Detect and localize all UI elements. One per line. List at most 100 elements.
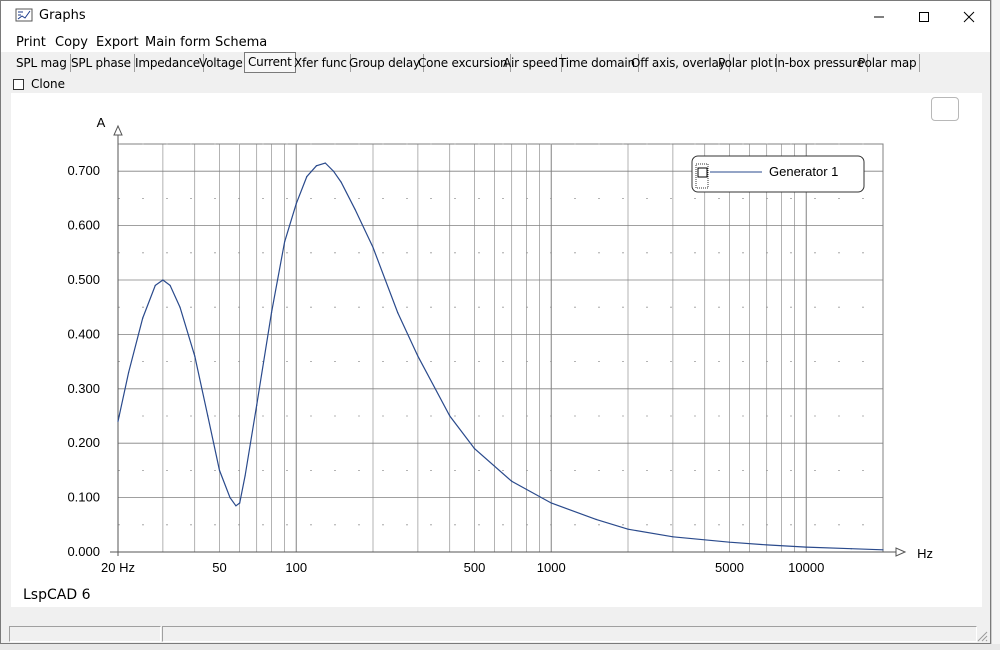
x-tick-label: 50 bbox=[212, 560, 226, 575]
data-point bbox=[805, 546, 807, 548]
status-panel-right bbox=[162, 626, 977, 642]
tab-voltage[interactable]: Voltage bbox=[196, 54, 247, 72]
x-tick-label: 100 bbox=[285, 560, 307, 575]
data-point bbox=[229, 497, 231, 499]
legend-entry-generator-1: Generator 1 bbox=[769, 164, 838, 179]
menu-bar: Print Copy Export Main form Schema bbox=[1, 32, 990, 52]
data-point bbox=[850, 548, 852, 550]
y-tick-label: 0.100 bbox=[67, 490, 100, 505]
data-point bbox=[117, 420, 119, 423]
data-point bbox=[154, 284, 156, 287]
menu-print[interactable]: Print bbox=[16, 35, 46, 50]
background-window-edge bbox=[991, 0, 1000, 650]
data-point bbox=[372, 246, 374, 248]
data-point bbox=[324, 162, 326, 164]
x-axis-label: Hz bbox=[917, 546, 933, 561]
data-point bbox=[127, 371, 130, 374]
data-point bbox=[473, 448, 476, 450]
data-point bbox=[218, 469, 221, 471]
data-point bbox=[315, 165, 318, 167]
data-point bbox=[194, 355, 196, 357]
current-chart[interactable]: 0.000 0.100 0.200 0.300 0.400 0.500 0.600 0.700… bbox=[11, 93, 982, 607]
tab-impedance[interactable]: Impedance bbox=[132, 54, 204, 72]
menu-schema[interactable]: Schema bbox=[215, 35, 267, 50]
maximize-icon bbox=[919, 11, 929, 22]
title-bar[interactable]: Graphs bbox=[1, 1, 990, 32]
series-line-generator-1 bbox=[117, 162, 884, 551]
minimize-icon bbox=[874, 16, 884, 17]
data-point bbox=[417, 355, 419, 357]
x-axis-arrow-icon bbox=[895, 547, 907, 557]
status-panel-left bbox=[9, 626, 161, 642]
data-point bbox=[766, 544, 768, 546]
window-title: Graphs bbox=[39, 8, 86, 23]
graph-panel: 0.000 0.100 0.200 0.300 0.400 0.500 0.600 0.700… bbox=[11, 93, 982, 607]
data-point bbox=[283, 241, 286, 243]
data-point bbox=[142, 317, 144, 319]
menu-copy[interactable]: Copy bbox=[55, 35, 88, 50]
y-tick-label: 0.300 bbox=[67, 381, 100, 396]
tab-in-box-pressure[interactable]: In-box pressure bbox=[771, 54, 868, 72]
tab-current[interactable]: Current bbox=[244, 52, 296, 73]
close-icon bbox=[963, 11, 975, 22]
x-tick-label: 5000 bbox=[715, 560, 744, 575]
data-point bbox=[672, 536, 674, 538]
graphs-window: Graphs Print Copy Export Main form Schem… bbox=[0, 0, 991, 644]
data-point bbox=[235, 505, 237, 507]
data-point bbox=[295, 203, 297, 205]
tab-cone-excursion[interactable]: Cone excursion bbox=[415, 54, 512, 72]
data-point bbox=[270, 312, 273, 314]
y-tick-label: 0.200 bbox=[67, 435, 100, 450]
brand-label: LspCAD 6 bbox=[23, 587, 91, 603]
resize-grip-icon[interactable] bbox=[976, 630, 988, 642]
data-point bbox=[354, 208, 356, 210]
close-button[interactable] bbox=[946, 1, 992, 32]
tab-time-domain[interactable]: Time domain bbox=[556, 54, 639, 72]
minimize-button[interactable] bbox=[856, 1, 902, 32]
menu-main-form[interactable]: Main form bbox=[145, 35, 210, 50]
data-point bbox=[550, 502, 552, 504]
data-point bbox=[239, 502, 241, 504]
tab-bar: SPL mag SPL phase Impedance Voltage Curr… bbox=[1, 52, 990, 74]
y-axis-arrow-icon bbox=[113, 124, 123, 136]
x-tick-label: 10000 bbox=[788, 560, 824, 575]
clone-checkbox[interactable] bbox=[13, 79, 24, 90]
tab-group-delay[interactable]: Group delay bbox=[346, 54, 424, 72]
background-window-strip bbox=[0, 644, 1000, 650]
legend-checkbox-icon bbox=[697, 167, 708, 178]
x-tick-label: 500 bbox=[464, 560, 486, 575]
maximize-button[interactable] bbox=[901, 1, 947, 32]
data-point bbox=[882, 549, 884, 551]
y-tick-label: 0.600 bbox=[67, 218, 100, 233]
tab-polar-plot[interactable]: Polar plot bbox=[715, 54, 777, 72]
data-point bbox=[332, 170, 335, 172]
y-tick-label: 0.400 bbox=[67, 326, 100, 341]
tab-spl-phase[interactable]: SPL phase bbox=[68, 54, 135, 72]
y-axis-label: A bbox=[97, 115, 106, 130]
data-point bbox=[511, 480, 513, 482]
data-point bbox=[449, 415, 451, 417]
y-tick-label: 0.700 bbox=[67, 163, 100, 178]
data-point bbox=[306, 176, 308, 178]
x-tick-label: 1000 bbox=[537, 560, 566, 575]
y-tick-label: 0.000 bbox=[67, 544, 100, 559]
data-point bbox=[244, 475, 246, 477]
data-point bbox=[162, 279, 164, 281]
y-tick-label: 0.500 bbox=[67, 272, 100, 287]
data-point bbox=[340, 181, 342, 183]
data-point bbox=[397, 312, 399, 314]
plot-frame bbox=[117, 143, 884, 553]
tab-air-speed[interactable]: Air speed bbox=[500, 54, 562, 72]
status-bar bbox=[1, 624, 990, 644]
tab-xfer-func[interactable]: Xfer func bbox=[291, 54, 351, 72]
data-point bbox=[595, 518, 597, 520]
clone-label: Clone bbox=[31, 77, 66, 91]
tab-polar-map[interactable]: Polar map bbox=[855, 54, 921, 72]
data-point bbox=[169, 284, 171, 287]
data-point bbox=[728, 541, 731, 543]
data-point bbox=[627, 528, 629, 530]
menu-export[interactable]: Export bbox=[96, 35, 139, 50]
tab-spl-mag[interactable]: SPL mag bbox=[13, 54, 71, 72]
data-point bbox=[179, 306, 181, 308]
graph-options-button[interactable] bbox=[931, 97, 959, 121]
